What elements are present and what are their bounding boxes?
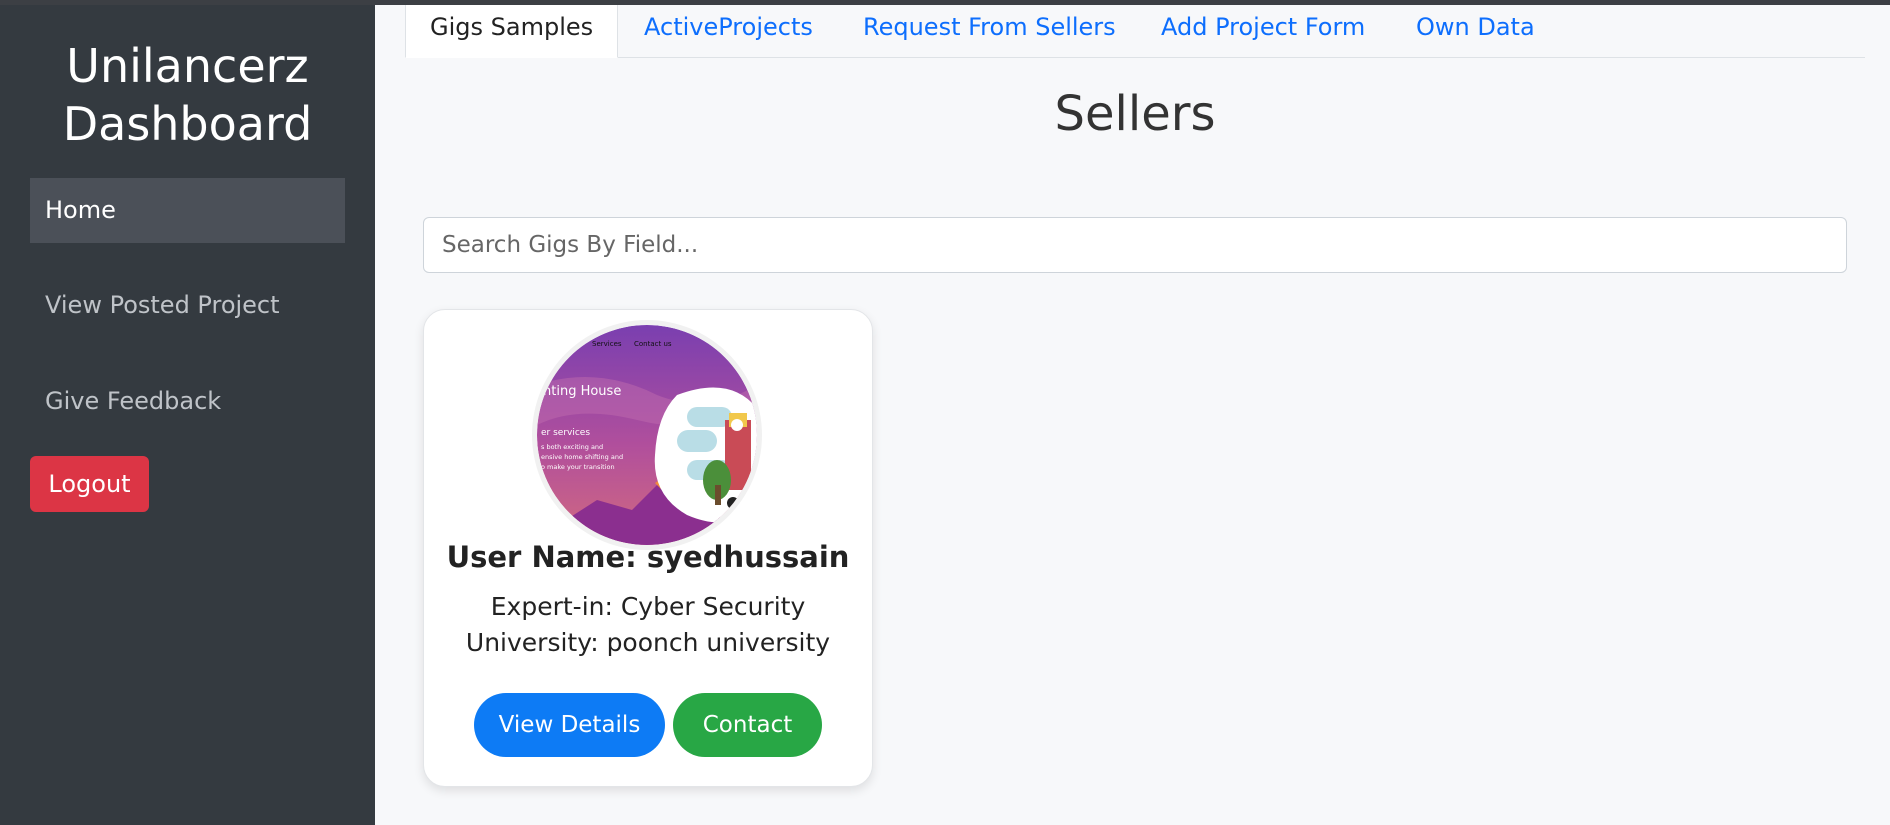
sidebar-item-home[interactable]: Home [30, 178, 345, 243]
tab-request-from-sellers[interactable]: Request From Sellers [863, 5, 1116, 57]
contact-button[interactable]: Contact [673, 693, 822, 757]
avatar-heading-text: nting House [543, 384, 621, 399]
search-gigs-input[interactable] [423, 217, 1847, 273]
avatar-nav-text-2: Contact us [634, 340, 672, 348]
view-details-button[interactable]: View Details [474, 693, 665, 757]
avatar-body-text-3: o make your transition [541, 463, 615, 471]
tab-gigs-samples[interactable]: Gigs Samples [405, 5, 619, 58]
tab-active-projects[interactable]: ActiveProjects [644, 5, 813, 57]
sidebar-item-view-posted-project[interactable]: View Posted Project [30, 273, 345, 338]
tab-bar: Gigs Samples ActiveProjects Request From… [405, 5, 1865, 58]
page-title: Sellers [1054, 86, 1216, 142]
avatar-image: Services Contact us nting House er servi… [537, 325, 757, 545]
avatar-body-text-2: ensive home shifting and [541, 453, 623, 461]
seller-university: University: poonch university [465, 628, 831, 657]
avatar-body-text-1: s both exciting and [541, 443, 603, 451]
avatar-sub-text: er services [541, 428, 590, 438]
sidebar-item-give-feedback[interactable]: Give Feedback [30, 369, 345, 434]
tab-add-project-form[interactable]: Add Project Form [1161, 5, 1365, 57]
sidebar: Unilancerz Dashboard Home View Posted Pr… [0, 5, 375, 825]
seller-avatar: Services Contact us nting House er servi… [537, 325, 757, 545]
tab-own-data[interactable]: Own Data [1416, 5, 1535, 57]
avatar-nav-text-1: Services [592, 340, 622, 348]
brand-title: Unilancerz Dashboard [0, 37, 375, 153]
brand-line-2: Dashboard [62, 97, 313, 151]
brand-line-1: Unilancerz [66, 39, 309, 93]
seller-expertise: Expert-in: Cyber Security [490, 592, 806, 621]
seller-card: Services Contact us nting House er servi… [423, 309, 873, 787]
logout-button[interactable]: Logout [30, 456, 149, 512]
seller-username: User Name: syedhussain [446, 540, 850, 574]
